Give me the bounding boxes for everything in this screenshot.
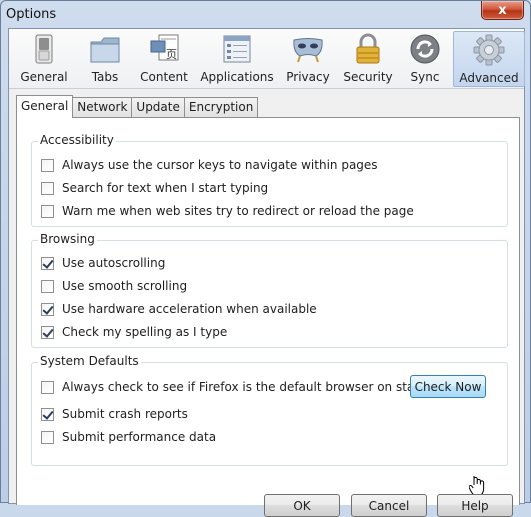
tab-update[interactable]: Update: [131, 97, 185, 118]
tab-encryption[interactable]: Encryption: [183, 97, 259, 118]
autoscrolling-label: Use autoscrolling: [62, 256, 166, 270]
advanced-tabstrip: General Network Update Encryption: [16, 95, 259, 118]
warn-redirect-option[interactable]: Warn me when web sites try to redirect o…: [41, 203, 414, 219]
pane-security-label: Security: [343, 70, 393, 84]
performance-data-label: Submit performance data: [62, 430, 217, 444]
preference-panes-toolbar: General Tabs 页 Content Applications Priv…: [9, 29, 525, 89]
browsing-group: Browsing Use autoscrolling Use smooth sc…: [31, 232, 508, 348]
pane-privacy[interactable]: Privacy: [282, 31, 334, 87]
performance-data-option[interactable]: Submit performance data: [41, 429, 216, 445]
check-now-button[interactable]: Check Now: [410, 375, 486, 398]
sync-icon: [408, 32, 442, 66]
crash-reports-checkbox[interactable]: [41, 407, 54, 421]
switch-icon: [27, 32, 61, 66]
padlock-icon: [351, 32, 385, 66]
window-title: Options: [6, 7, 57, 22]
accessibility-title: Accessibility: [38, 133, 116, 147]
general-tabpanel: Accessibility Always use the cursor keys…: [16, 117, 520, 505]
pane-sync[interactable]: Sync: [402, 31, 448, 87]
autoscrolling-option[interactable]: Use autoscrolling: [41, 255, 165, 271]
warn-redirect-checkbox[interactable]: [41, 204, 54, 218]
options-window: Options x General Tabs 页 Content Applica…: [0, 0, 531, 517]
pane-tabs[interactable]: Tabs: [80, 31, 130, 87]
content-page-icon: 页: [147, 32, 181, 66]
default-browser-label: Always check to see if Firefox is the de…: [62, 380, 440, 394]
tabs-folder-icon: [88, 32, 122, 66]
pane-security[interactable]: Security: [340, 31, 396, 87]
title-bar[interactable]: Options x: [1, 1, 530, 29]
pane-advanced-label: Advanced: [459, 71, 519, 85]
performance-data-checkbox[interactable]: [41, 430, 54, 444]
accessibility-group: Accessibility Always use the cursor keys…: [31, 133, 508, 227]
system-defaults-group: System Defaults Always check to see if F…: [31, 354, 508, 466]
pane-applications-label: Applications: [200, 70, 274, 84]
crash-reports-label: Submit crash reports: [62, 407, 188, 421]
svg-text:页: 页: [166, 48, 177, 61]
search-typing-label: Search for text when I start typing: [62, 181, 269, 195]
crash-reports-option[interactable]: Submit crash reports: [41, 406, 188, 422]
cursor-keys-option[interactable]: Always use the cursor keys to navigate w…: [41, 157, 378, 173]
hardware-acceleration-checkbox[interactable]: [41, 302, 54, 316]
spell-check-checkbox[interactable]: [41, 325, 54, 339]
autoscrolling-checkbox[interactable]: [41, 256, 54, 270]
spell-check-label: Check my spelling as I type: [62, 325, 228, 339]
default-browser-checkbox[interactable]: [41, 380, 54, 394]
smooth-scrolling-checkbox[interactable]: [41, 279, 54, 293]
smooth-scrolling-option[interactable]: Use smooth scrolling: [41, 278, 187, 294]
pane-tabs-label: Tabs: [91, 70, 119, 84]
tab-general[interactable]: General: [16, 95, 74, 118]
gear-icon: [472, 33, 506, 67]
browsing-title: Browsing: [38, 232, 97, 246]
cursor-keys-checkbox[interactable]: [41, 158, 54, 172]
pane-general[interactable]: General: [12, 31, 76, 87]
mask-icon: [291, 32, 325, 66]
cursor-keys-label: Always use the cursor keys to navigate w…: [62, 158, 378, 172]
close-icon: x: [498, 2, 507, 18]
pane-privacy-label: Privacy: [286, 70, 330, 84]
search-typing-option[interactable]: Search for text when I start typing: [41, 180, 268, 196]
pane-applications[interactable]: Applications: [198, 31, 276, 87]
pane-general-label: General: [20, 70, 68, 84]
pane-content-label: Content: [140, 70, 188, 84]
pane-advanced[interactable]: Advanced: [453, 31, 525, 87]
ok-button[interactable]: OK: [264, 494, 340, 517]
pane-sync-label: Sync: [410, 70, 440, 84]
spell-check-option[interactable]: Check my spelling as I type: [41, 324, 227, 340]
smooth-scrolling-label: Use smooth scrolling: [62, 279, 188, 293]
applications-list-icon: [220, 32, 254, 66]
cancel-button[interactable]: Cancel: [351, 494, 427, 517]
system-defaults-title: System Defaults: [38, 354, 141, 368]
pane-content[interactable]: 页 Content: [135, 31, 193, 87]
warn-redirect-label: Warn me when web sites try to redirect o…: [62, 204, 414, 218]
tab-network[interactable]: Network: [72, 97, 133, 118]
options-client: General Tabs 页 Content Applications Priv…: [8, 28, 525, 517]
close-button[interactable]: x: [481, 1, 524, 20]
default-browser-option[interactable]: Always check to see if Firefox is the de…: [41, 379, 439, 395]
search-typing-checkbox[interactable]: [41, 181, 54, 195]
hardware-acceleration-option[interactable]: Use hardware acceleration when available: [41, 301, 317, 317]
help-button[interactable]: Help: [437, 494, 513, 517]
hardware-acceleration-label: Use hardware acceleration when available: [62, 302, 317, 316]
